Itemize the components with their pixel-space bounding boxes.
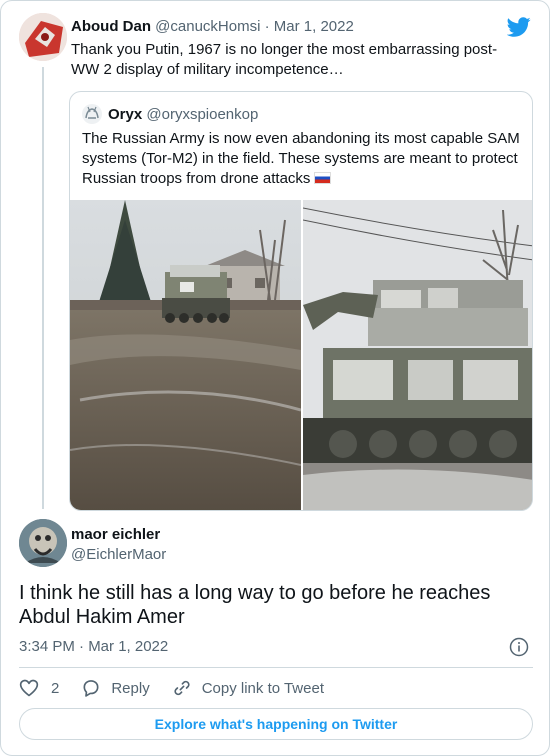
tank-photo-right[interactable] [303,200,532,510]
main-author-name[interactable]: maor eichler [71,525,160,545]
divider [19,667,533,668]
copy-link-label: Copy link to Tweet [201,679,324,697]
main-author-handle[interactable]: @EichlerMaor [71,545,166,565]
like-count: 2 [51,679,60,697]
explore-twitter-button[interactable]: Explore what's happening on Twitter [19,708,533,740]
copy-link-button[interactable]: Copy link to Tweet [172,678,324,698]
link-icon [174,680,190,696]
parent-author-handle[interactable]: @canuckHomsi [155,18,260,35]
main-tweet-timestamp[interactable]: 3:34 PM · Mar 1, 2022 [19,637,168,657]
quoted-tweet-text-content: The Russian Army is now even abandoning … [82,130,520,187]
avatar-aboud-dan[interactable] [19,13,67,61]
tweet-actions: 2 Reply Copy link to Tweet [19,677,346,699]
reply-button[interactable]: Reply [81,678,150,698]
reply-bubble-icon [83,680,99,697]
reply-label: Reply [111,679,150,697]
thread-connector-line [42,67,44,509]
like-button[interactable]: 2 [19,678,59,698]
quoted-tweet-text: The Russian Army is now even abandoning … [82,129,522,189]
avatar-maor-eichler[interactable] [19,519,67,567]
twitter-bird-icon[interactable] [506,15,531,39]
quoted-tweet-media[interactable] [70,200,532,510]
heart-icon [19,679,39,697]
parent-tweet-text: Thank you Putin, 1967 is no longer the m… [71,41,498,78]
quoted-tweet[interactable]: Oryx @oryxspioenkop The Russian Army is … [69,91,533,511]
tank-photo-left[interactable] [70,200,301,510]
quoted-author-handle: @oryxspioenkop [146,106,259,123]
info-icon[interactable] [509,637,529,657]
parent-author-name[interactable]: Aboud Dan [71,18,151,35]
header-separator: · [264,18,270,35]
main-tweet-text: I think he still has a long way to go be… [19,582,491,628]
avatar-oryx [82,104,102,124]
parent-tweet-date[interactable]: Mar 1, 2022 [274,18,354,35]
russia-flag-icon [314,172,332,184]
quoted-author-name: Oryx [108,106,143,123]
quoted-tweet-header: Oryx @oryxspioenkop [108,105,258,125]
tweet-embed-card: Aboud Dan @canuckHomsi · Mar 1, 2022 Tha… [0,0,550,756]
parent-tweet-header: Aboud Dan @canuckHomsi · Mar 1, 2022 [71,17,354,37]
